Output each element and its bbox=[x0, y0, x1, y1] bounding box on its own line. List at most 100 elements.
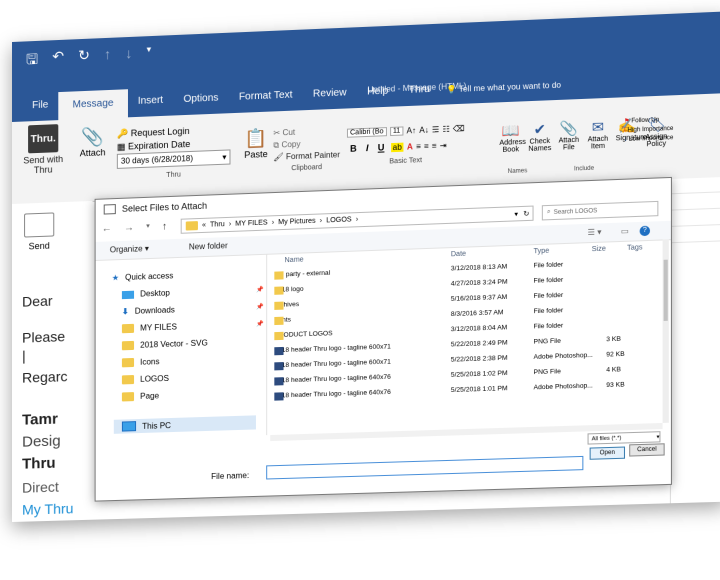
indent-icon[interactable]: ⇥ bbox=[440, 140, 447, 149]
column-size[interactable]: Size bbox=[592, 246, 606, 254]
italic-icon[interactable]: I bbox=[363, 143, 372, 153]
back-icon[interactable]: ← bbox=[102, 223, 112, 234]
help-icon[interactable]: ? bbox=[639, 225, 651, 237]
align-left-icon[interactable]: ≡ bbox=[416, 141, 421, 150]
up-arrow-icon[interactable]: ↑ bbox=[104, 46, 111, 70]
search-input[interactable]: ⌕ Search LOGOS bbox=[541, 200, 659, 221]
thru-group-label: Thru bbox=[166, 171, 181, 180]
align-right-icon[interactable]: ≡ bbox=[432, 141, 437, 150]
up-icon[interactable]: ↑ bbox=[162, 221, 167, 232]
dialog-nav-buttons: ← → ▾ ↑ bbox=[102, 221, 167, 234]
scroll-thumb[interactable] bbox=[663, 259, 668, 321]
nav-logos[interactable]: LOGOS bbox=[121, 374, 169, 385]
calendar-icon: ▦ bbox=[116, 141, 126, 152]
image-file-icon bbox=[274, 362, 284, 371]
nav-page[interactable]: Page bbox=[121, 391, 159, 402]
tab-thru[interactable]: Thru bbox=[398, 83, 440, 106]
include-group-label: Include bbox=[574, 165, 595, 173]
highlight-icon[interactable]: ab bbox=[390, 142, 404, 152]
file-type: PNG File bbox=[533, 337, 561, 346]
recent-icon[interactable]: ▾ bbox=[146, 222, 150, 233]
dialog-title-bar: Select Files to Attach bbox=[103, 201, 207, 215]
breadcrumb-thru[interactable]: Thru bbox=[210, 221, 225, 229]
tab-help[interactable]: Help bbox=[357, 85, 399, 108]
file-name: 2018 header Thru logo - tagline 600x71 bbox=[274, 358, 391, 370]
nav-icons[interactable]: Icons bbox=[121, 357, 160, 368]
down-arrow-icon[interactable]: ↓ bbox=[125, 45, 132, 69]
nav-this-pc[interactable]: This PC bbox=[113, 415, 256, 434]
customize-icon[interactable]: ▾ bbox=[147, 44, 152, 68]
nav-downloads[interactable]: ⬇ Downloads bbox=[122, 305, 175, 316]
clipboard-group: ✂ Cut ⧉ Copy 🖌 Format Painter Clipboard bbox=[273, 125, 340, 176]
breadcrumb-logos[interactable]: LOGOS bbox=[326, 216, 352, 224]
open-button[interactable]: Open bbox=[589, 446, 626, 460]
attach-file-button[interactable]: 📎 Attach File bbox=[557, 119, 580, 151]
shrink-font-icon[interactable]: A↓ bbox=[419, 125, 429, 134]
compose-area: Send Dear Please | Regarc Tamr Desig Thr… bbox=[12, 200, 93, 522]
attach-item-button[interactable]: ✉ Attach Item bbox=[586, 118, 609, 150]
font-name-select[interactable]: Calibri (Bo bbox=[346, 127, 387, 138]
low-importance-button[interactable]: ↓ Low Importance bbox=[624, 134, 673, 145]
new-folder-button[interactable]: New folder bbox=[189, 241, 228, 251]
bullets-icon[interactable]: ☰ bbox=[432, 125, 439, 134]
tab-insert[interactable]: Insert bbox=[128, 94, 174, 117]
font-size-select[interactable]: 11 bbox=[389, 126, 404, 137]
file-name-cell: 2018 logo bbox=[274, 286, 304, 295]
file-date: 3/12/2018 8:13 AM bbox=[450, 263, 508, 273]
column-type[interactable]: Type bbox=[534, 248, 550, 256]
file-type: File folder bbox=[533, 291, 564, 300]
chevron-down-icon[interactable]: ▾ bbox=[514, 210, 518, 218]
view-options-icon[interactable]: ☰ ▾ bbox=[588, 227, 602, 237]
pin-icon[interactable]: 📌 bbox=[256, 320, 264, 327]
attach-button[interactable]: 📎 Attach bbox=[72, 126, 112, 159]
check-names-button[interactable]: ✔ Check Names bbox=[528, 121, 551, 153]
tab-format-text[interactable]: Format Text bbox=[229, 89, 303, 113]
preview-pane-icon[interactable]: ▭ bbox=[621, 226, 629, 235]
vertical-scrollbar[interactable] bbox=[662, 239, 669, 423]
pin-icon[interactable]: 📌 bbox=[256, 303, 264, 310]
tab-file[interactable]: File bbox=[12, 99, 58, 122]
undo-icon[interactable]: ↶ bbox=[52, 48, 64, 73]
grow-font-icon[interactable]: A↑ bbox=[407, 126, 417, 135]
cancel-button[interactable]: Cancel bbox=[629, 443, 665, 457]
breadcrumb-my-pictures[interactable]: My Pictures bbox=[278, 218, 315, 226]
send-with-thru-button[interactable]: Thru. Send with Thru bbox=[20, 124, 66, 176]
breadcrumb-my-files[interactable]: MY FILES bbox=[235, 219, 267, 227]
desktop-icon bbox=[121, 290, 135, 299]
nav-2018-vector-svg[interactable]: 2018 Vector - SVG bbox=[121, 338, 208, 351]
column-tags[interactable]: Tags bbox=[627, 244, 642, 252]
column-date[interactable]: Date bbox=[451, 251, 466, 259]
numbering-icon[interactable]: ☷ bbox=[442, 125, 449, 134]
nav-desktop[interactable]: Desktop bbox=[121, 288, 170, 299]
refresh-icon[interactable]: ↻ bbox=[523, 209, 529, 217]
sig-link[interactable]: My Thru bbox=[22, 500, 73, 517]
check-names-icon: ✔ bbox=[533, 120, 546, 138]
address-book-button[interactable]: 📖 Address Book bbox=[499, 122, 526, 154]
font-color-icon[interactable]: A bbox=[407, 142, 413, 151]
tab-review[interactable]: Review bbox=[303, 87, 357, 110]
file-type: File folder bbox=[533, 276, 564, 285]
nav-quick-access[interactable]: ★ Quick access bbox=[112, 271, 174, 282]
expiration-value: 30 days (6/28/2018) bbox=[120, 153, 194, 166]
check-names-label: Check Names bbox=[528, 137, 552, 153]
paste-button[interactable]: 📋 Paste bbox=[241, 128, 272, 160]
file-type-select[interactable]: All files (*.*) ▾ bbox=[587, 431, 661, 445]
send-button[interactable]: Send bbox=[22, 212, 56, 251]
bold-icon[interactable]: B bbox=[347, 143, 360, 154]
redo-icon[interactable]: ↻ bbox=[78, 47, 90, 72]
file-name-input[interactable] bbox=[266, 455, 584, 480]
column-name[interactable]: Name bbox=[285, 256, 304, 264]
pin-icon[interactable]: 📌 bbox=[256, 286, 264, 293]
save-icon[interactable]: 🖫 bbox=[26, 49, 38, 74]
nav-my-files[interactable]: MY FILES bbox=[121, 322, 177, 334]
tab-message[interactable]: Message bbox=[58, 89, 128, 122]
file-size: 4 KB bbox=[606, 366, 621, 374]
align-center-icon[interactable]: ≡ bbox=[424, 141, 429, 150]
flag-icon: ⚑ bbox=[623, 118, 630, 125]
underline-icon[interactable]: U bbox=[375, 142, 388, 153]
organize-button[interactable]: Organize ▾ bbox=[110, 244, 149, 254]
clear-format-icon[interactable]: ⌫ bbox=[453, 124, 465, 134]
forward-icon[interactable]: → bbox=[124, 222, 134, 233]
copy-icon: ⧉ bbox=[273, 140, 280, 150]
tab-options[interactable]: Options bbox=[173, 92, 228, 115]
